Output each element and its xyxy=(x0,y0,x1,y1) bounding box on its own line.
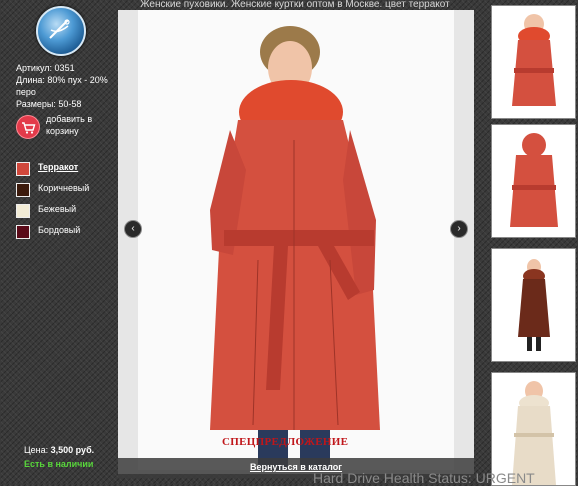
color-option[interactable]: Коричневый xyxy=(16,181,116,202)
cart-icon xyxy=(16,115,40,139)
add-to-cart-label: добавить в корзину xyxy=(46,114,93,136)
price: Цена: 3,500 руб. xyxy=(24,445,94,455)
color-chip xyxy=(16,162,30,176)
needle-icon xyxy=(49,19,70,39)
thumbnail-front-image xyxy=(512,14,556,106)
thumbnail-back[interactable] xyxy=(491,124,576,238)
coat-illustration xyxy=(210,26,380,470)
thumbnail-back-image xyxy=(510,133,558,227)
price-value: 3,500 руб. xyxy=(50,445,95,455)
color-name: Бордовый xyxy=(38,225,81,235)
color-option[interactable]: Терракот xyxy=(16,160,116,181)
brand-logo[interactable] xyxy=(36,6,86,56)
article-number: Артикул: 0351 xyxy=(16,63,75,73)
next-image-button[interactable]: › xyxy=(450,220,468,238)
product-meta: Артикул: 0351 Длина: 80% пух - 20% перо … xyxy=(16,62,111,110)
size-range: Размеры: 50-58 xyxy=(16,99,82,109)
product-photo xyxy=(138,10,454,470)
color-swatch-list: Терракот Коричневый Бежевый Бордовый xyxy=(16,160,116,244)
thumbnail-front[interactable] xyxy=(491,5,576,119)
thumbnail-brown-image xyxy=(518,259,550,351)
material-composition: Длина: 80% пух - 20% перо xyxy=(16,75,108,97)
color-chip xyxy=(16,204,30,218)
thumbnail-beige[interactable] xyxy=(491,372,576,486)
thumbnail-brown[interactable] xyxy=(491,248,576,362)
stock-status: Есть в наличии xyxy=(24,459,94,469)
thumbnail-beige-image xyxy=(512,381,556,485)
color-option[interactable]: Бордовый xyxy=(16,223,116,244)
page-title: Женские пуховики. Женские куртки оптом в… xyxy=(140,0,450,10)
price-label: Цена: xyxy=(24,445,49,455)
color-chip xyxy=(16,183,30,197)
product-info-panel: Артикул: 0351 Длина: 80% пух - 20% перо … xyxy=(0,0,118,484)
color-name: Бежевый xyxy=(38,204,77,214)
color-name: Коричневый xyxy=(38,183,90,193)
chevron-right-icon: › xyxy=(457,223,461,234)
product-image-viewer: ‹ › СПЕЦПРЕДЛОЖЕНИЕ xyxy=(118,10,474,474)
chevron-left-icon: ‹ xyxy=(131,223,135,234)
thumbnail-strip xyxy=(488,0,578,486)
color-chip xyxy=(16,225,30,239)
color-option[interactable]: Бежевый xyxy=(16,202,116,223)
add-to-cart-button[interactable]: добавить в корзину xyxy=(16,113,116,153)
special-offer-watermark: СПЕЦПРЕДЛОЖЕНИЕ xyxy=(222,436,349,448)
prev-image-button[interactable]: ‹ xyxy=(124,220,142,238)
color-name: Терракот xyxy=(38,162,79,172)
